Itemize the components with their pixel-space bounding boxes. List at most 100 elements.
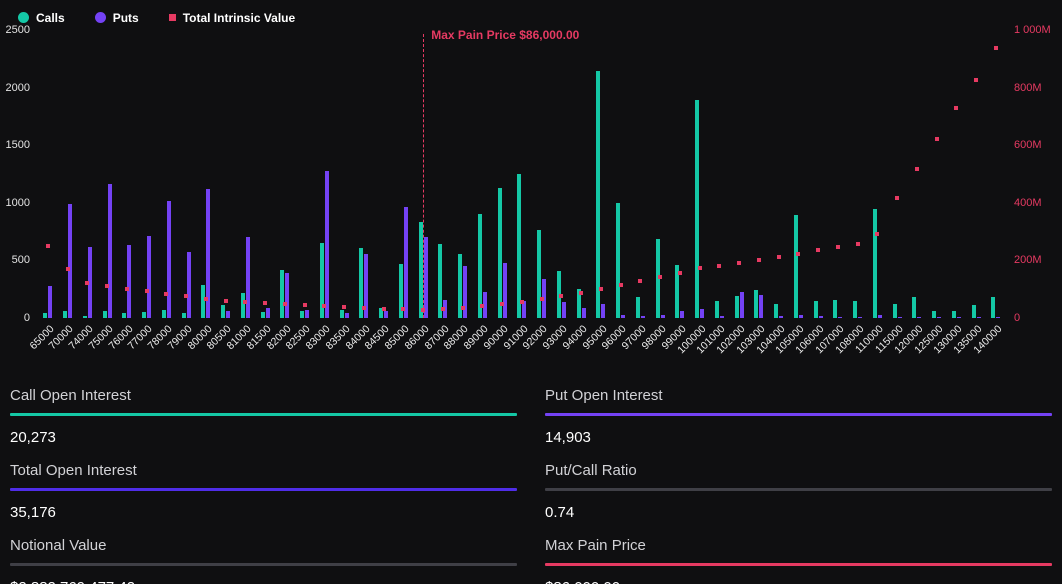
puts-bar — [957, 317, 961, 318]
stats-grid: Call Open Interest 20,273 Put Open Inter… — [0, 371, 1062, 584]
legend-label-puts: Puts — [113, 11, 139, 25]
puts-bar — [68, 204, 72, 318]
tiv-point — [125, 287, 129, 291]
calls-bar — [419, 222, 423, 318]
puts-bar — [779, 316, 783, 318]
tiv-point — [658, 275, 662, 279]
stat-value: $86,000.00 — [545, 579, 1052, 584]
calls-bar — [873, 209, 877, 318]
calls-bar — [596, 71, 600, 318]
bar-group-77000 — [137, 30, 157, 318]
tiv-point — [717, 264, 721, 268]
calls-bar — [735, 296, 739, 318]
bar-group-74000 — [78, 30, 98, 318]
left-axis-tick-label: 500 — [12, 254, 30, 266]
stat-label: Max Pain Price — [545, 537, 1052, 554]
tiv-point — [46, 244, 50, 248]
calls-bar — [83, 316, 87, 318]
calls-bar — [340, 310, 344, 318]
stat-label: Notional Value — [10, 537, 517, 554]
calls-bar — [103, 311, 107, 318]
bar-group-78000 — [157, 30, 177, 318]
calls-bar — [695, 100, 699, 318]
left-axis-tick-label: 0 — [24, 312, 30, 324]
max-pain-line: Max Pain Price $86,000.00 — [423, 34, 424, 318]
puts-bar — [898, 317, 902, 318]
stat-value: 0.74 — [545, 504, 1052, 521]
bar-group-76000 — [117, 30, 137, 318]
calls-bar — [972, 305, 976, 318]
left-y-axis: 25002000150010005000 — [0, 30, 38, 318]
puts-bar — [759, 295, 763, 318]
bar-group-98000 — [650, 30, 670, 318]
puts-bar — [503, 263, 507, 318]
bar-group-84500 — [374, 30, 394, 318]
tiv-point — [599, 287, 603, 291]
tiv-point — [66, 267, 70, 271]
calls-bar — [142, 312, 146, 318]
bar-group-75000 — [97, 30, 117, 318]
tiv-marker-icon — [169, 14, 176, 21]
bar-group-81500 — [255, 30, 275, 318]
stat-total-open-interest: Total Open Interest 35,176 — [10, 452, 517, 527]
calls-bar — [300, 311, 304, 318]
tiv-point — [757, 258, 761, 262]
puts-bar — [937, 317, 941, 318]
puts-bar — [325, 171, 329, 318]
calls-bar — [754, 290, 758, 318]
open-interest-chart: 25002000150010005000 Max Pain Price $86,… — [0, 30, 1062, 318]
tiv-point — [362, 306, 366, 310]
puts-bar — [996, 317, 1000, 318]
left-axis-tick-label: 2000 — [6, 82, 30, 94]
bar-group-87000 — [433, 30, 453, 318]
bar-group-103000 — [749, 30, 769, 318]
calls-bar — [498, 188, 502, 318]
stat-underline — [10, 488, 517, 491]
legend-item-total-intrinsic-value[interactable]: Total Intrinsic Value — [169, 11, 295, 25]
stat-underline — [545, 488, 1052, 491]
puts-bar — [404, 207, 408, 318]
calls-bar — [814, 301, 818, 318]
bar-group-82000 — [275, 30, 295, 318]
bar-group-84000 — [354, 30, 374, 318]
bar-group-96000 — [611, 30, 631, 318]
bar-group-94000 — [571, 30, 591, 318]
left-axis-tick-label: 1500 — [6, 139, 30, 151]
puts-bar — [345, 313, 349, 318]
legend-label-calls: Calls — [36, 11, 65, 25]
bar-group-93000 — [552, 30, 572, 318]
stat-label: Call Open Interest — [10, 387, 517, 404]
tiv-point — [540, 297, 544, 301]
calls-marker-icon — [18, 12, 29, 23]
tiv-point — [875, 232, 879, 236]
legend-item-calls[interactable]: Calls — [18, 11, 65, 25]
puts-bar — [799, 315, 803, 318]
calls-bar — [715, 301, 719, 318]
calls-bar — [537, 230, 541, 318]
bar-group-99000 — [670, 30, 690, 318]
legend-item-puts[interactable]: Puts — [95, 11, 139, 25]
bar-group-107000 — [828, 30, 848, 318]
bar-group-79000 — [176, 30, 196, 318]
bar-group-83500 — [334, 30, 354, 318]
stat-call-open-interest: Call Open Interest 20,273 — [10, 377, 517, 452]
puts-bar — [147, 236, 151, 318]
right-axis-tick-label: 1 000M — [1014, 24, 1051, 36]
calls-bar — [221, 305, 225, 318]
puts-bar — [384, 311, 388, 318]
x-tick: 140000 — [986, 321, 1006, 371]
puts-bar — [108, 184, 112, 318]
tiv-point — [974, 78, 978, 82]
tiv-point — [698, 266, 702, 270]
tiv-point — [145, 289, 149, 293]
calls-bar — [261, 312, 265, 318]
puts-bar — [582, 308, 586, 318]
calls-bar — [853, 301, 857, 318]
calls-bar — [932, 311, 936, 318]
puts-bar — [167, 201, 171, 319]
tiv-point — [520, 300, 524, 304]
calls-bar — [478, 214, 482, 318]
puts-bar — [878, 315, 882, 318]
stat-value: 20,273 — [10, 429, 517, 446]
bar-group-91000 — [512, 30, 532, 318]
